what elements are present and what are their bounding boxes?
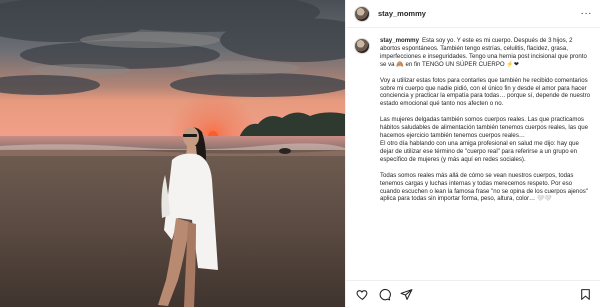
beach-sunset-image bbox=[0, 0, 345, 307]
caption-paragraph-4: El otro día hablando con una amiga profe… bbox=[380, 139, 579, 163]
caption-avatar[interactable] bbox=[354, 38, 370, 54]
caption-paragraph-2: Voy a utilizar estas fotos para contarle… bbox=[380, 76, 591, 108]
caption-row: stay_mommy Esta soy yo. Y este es mi cuer… bbox=[354, 37, 593, 203]
caption-scroll-area[interactable]: stay_mommy Esta soy yo. Y este es mi cuer… bbox=[346, 28, 600, 280]
avatar[interactable] bbox=[354, 5, 370, 22]
heart-icon[interactable] bbox=[355, 287, 369, 301]
caption-paragraph-5: Todas somos reales más allá de cómo se v… bbox=[380, 171, 588, 203]
action-bar bbox=[346, 280, 600, 307]
comment-icon[interactable] bbox=[377, 287, 391, 301]
post-side-panel: stay_mommy ··· stay_mommy Esta soy yo. Y … bbox=[345, 0, 600, 307]
more-horizontal-icon[interactable]: ··· bbox=[581, 8, 593, 19]
caption-text: stay_mommy Esta soy yo. Y este es mi cuer… bbox=[380, 37, 593, 203]
caption-username[interactable]: stay_mommy bbox=[380, 37, 419, 44]
caption-paragraph-1: stay_mommy Esta soy yo. Y este es mi cuer… bbox=[380, 37, 587, 68]
post-header: stay_mommy ··· bbox=[346, 0, 600, 28]
bookmark-icon[interactable] bbox=[578, 287, 592, 301]
send-icon[interactable] bbox=[399, 287, 413, 301]
caption-paragraph-3: Las mujeres delgadas también somos cuerp… bbox=[380, 116, 588, 140]
post-username[interactable]: stay_mommy bbox=[378, 9, 426, 18]
post-photo[interactable] bbox=[0, 0, 345, 307]
